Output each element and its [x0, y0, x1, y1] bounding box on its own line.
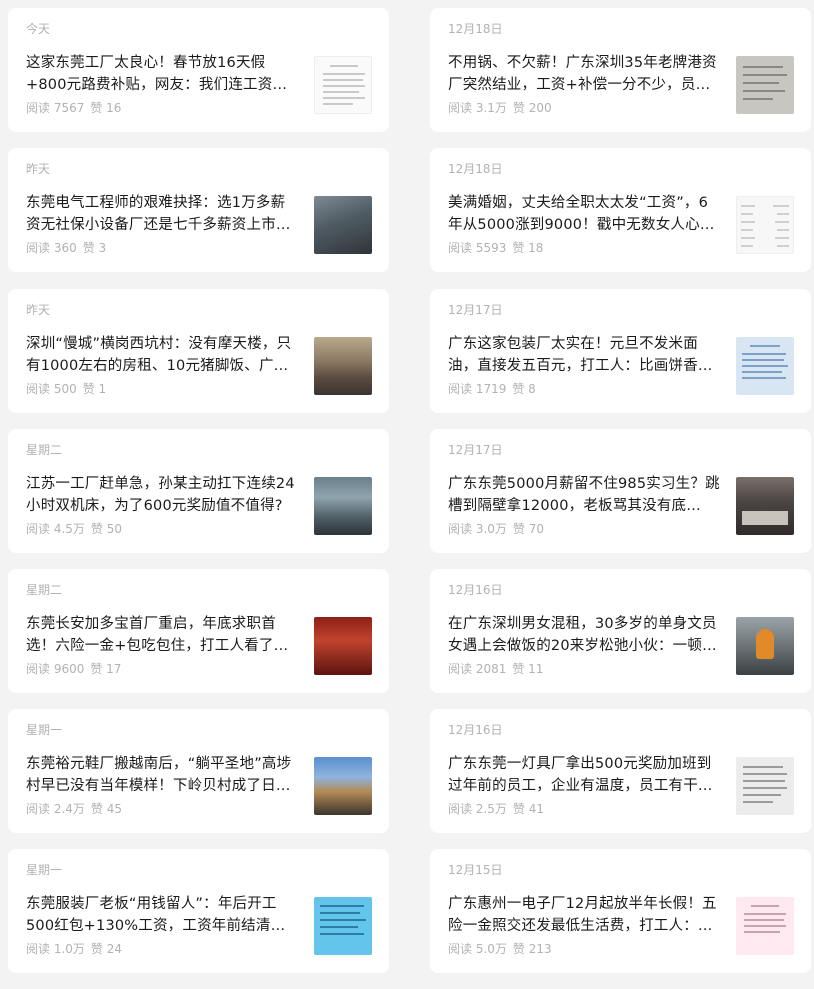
read-count: 阅读 5593	[448, 241, 507, 255]
article-date: 12月17日	[448, 443, 503, 457]
like-count: 赞 3	[82, 241, 107, 255]
article-title[interactable]: 东莞电气工程师的艰难抉择：选1万多薪资无社保小设备厂还是七千多薪资上市公司...	[26, 192, 298, 236]
article-title[interactable]: 广东这家包装厂太实在！元旦不发米面油，直接发五百元，打工人：比画饼香多了	[448, 333, 720, 377]
read-count: 阅读 1.0万	[26, 942, 85, 956]
like-count: 赞 16	[90, 101, 122, 115]
article-card[interactable]: 12月17日 广东这家包装厂太实在！元旦不发米面油，直接发五百元，打工人：比画饼…	[430, 289, 811, 413]
article-date: 12月15日	[448, 863, 503, 877]
article-title[interactable]: 东莞长安加多宝首厂重启，年底求职首选！六险一金+包吃包住，打工人看了都心动	[26, 613, 298, 657]
article-title[interactable]: 美满婚姻，丈夫给全职太太发“工资”，6年从5000涨到9000！戳中无数女人心：…	[448, 192, 720, 236]
article-card[interactable]: 今天 这家东莞工厂太良心！春节放16天假+800元路费补贴，网友：我们连工资都不…	[8, 8, 389, 132]
like-count: 赞 8	[512, 382, 536, 396]
article-thumbnail[interactable]	[314, 477, 372, 535]
article-title[interactable]: 在广东深圳男女混租，30多岁的单身文员女遇上会做饭的20来岁松弛小伙：一顿家..…	[448, 613, 720, 657]
article-stats: 阅读 1719 赞 8	[448, 381, 542, 397]
article-thumbnail[interactable]	[736, 897, 794, 955]
like-count: 赞 17	[90, 662, 122, 676]
article-stats: 阅读 2.5万赞 41	[448, 801, 550, 817]
read-count: 阅读 500	[26, 382, 77, 396]
article-date: 今天	[26, 22, 51, 36]
article-title[interactable]: 东莞裕元鞋厂搬越南后，“躺平圣地”高埗村早已没有当年模样！下岭贝村成了日结大..…	[26, 753, 298, 797]
article-date: 12月16日	[448, 723, 503, 737]
article-stats: 阅读 3.1万赞 200	[448, 100, 558, 116]
article-card[interactable]: 星期一 东莞服装厂老板“用钱留人”：年后开工500红包+130%工资，工资年前结…	[8, 849, 389, 973]
read-count: 阅读 360	[26, 241, 77, 255]
article-date: 星期一	[26, 723, 63, 737]
article-date: 昨天	[26, 303, 51, 317]
article-thumbnail[interactable]	[736, 757, 794, 815]
article-stats: 阅读 2081 赞 11	[448, 661, 549, 677]
read-count: 阅读 3.1万	[448, 101, 507, 115]
article-title[interactable]: 东莞服装厂老板“用钱留人”：年后开工500红包+130%工资，工资年前结清！订单…	[26, 893, 298, 937]
article-date: 12月18日	[448, 162, 503, 176]
article-card[interactable]: 12月17日 广东东莞5000月薪留不住985实习生？跳槽到隔壁拿12000，老…	[430, 429, 811, 553]
article-title[interactable]: 不用锅、不欠薪！广东深圳35年老牌港资厂突然结业，工资+补偿一分不少，员工...	[448, 52, 720, 96]
article-title[interactable]: 广东东莞5000月薪留不住985实习生？跳槽到隔壁拿12000，老板骂其没有底线…	[448, 473, 720, 517]
like-count: 赞 11	[512, 662, 544, 676]
like-count: 赞 41	[512, 802, 544, 816]
like-count: 赞 24	[90, 942, 122, 956]
article-thumbnail[interactable]	[736, 617, 794, 675]
article-stats: 阅读 5.0万赞 213	[448, 941, 558, 957]
read-count: 阅读 5.0万	[448, 942, 507, 956]
like-count: 赞 70	[512, 522, 544, 536]
article-stats: 阅读 5593 赞 18	[448, 240, 549, 256]
article-stats: 阅读 500 赞 1	[26, 381, 112, 397]
article-thumbnail[interactable]	[314, 757, 372, 815]
read-count: 阅读 2.5万	[448, 802, 507, 816]
article-thumbnail[interactable]	[736, 196, 794, 254]
article-thumbnail[interactable]	[314, 897, 372, 955]
article-thumbnail[interactable]	[736, 337, 794, 395]
article-card[interactable]: 12月18日 不用锅、不欠薪！广东深圳35年老牌港资厂突然结业，工资+补偿一分不…	[430, 8, 811, 132]
read-count: 阅读 2.4万	[26, 802, 85, 816]
article-title[interactable]: 深圳“慢城”横岗西坑村：没有摩天楼，只有1000左右的房租、10元猪脚饭、广场舞…	[26, 333, 298, 377]
read-count: 阅读 2081	[448, 662, 507, 676]
like-count: 赞 1	[82, 382, 107, 396]
read-count: 阅读 7567	[26, 101, 85, 115]
like-count: 赞 213	[512, 942, 552, 956]
article-thumbnail[interactable]	[314, 56, 372, 114]
article-thumbnail[interactable]	[736, 56, 794, 114]
article-card[interactable]: 12月18日 美满婚姻，丈夫给全职太太发“工资”，6年从5000涨到9000！戳…	[430, 148, 811, 272]
article-thumbnail[interactable]	[314, 617, 372, 675]
article-stats: 阅读 2.4万赞 45	[26, 801, 128, 817]
article-card[interactable]: 昨天 东莞电气工程师的艰难抉择：选1万多薪资无社保小设备厂还是七千多薪资上市公司…	[8, 148, 389, 272]
article-date: 12月16日	[448, 583, 503, 597]
read-count: 阅读 9600	[26, 662, 85, 676]
article-date: 12月18日	[448, 22, 503, 36]
article-date: 星期二	[26, 443, 63, 457]
article-thumbnail[interactable]	[314, 337, 372, 395]
article-thumbnail[interactable]	[736, 477, 794, 535]
read-count: 阅读 3.0万	[448, 522, 507, 536]
article-title[interactable]: 江苏一工厂赶单急，孙某主动扛下连续24小时双机床，为了600元奖励值不值得?	[26, 473, 298, 517]
article-card[interactable]: 星期一 东莞裕元鞋厂搬越南后，“躺平圣地”高埗村早已没有当年模样！下岭贝村成了日…	[8, 709, 389, 833]
article-card[interactable]: 星期二 江苏一工厂赶单急，孙某主动扛下连续24小时双机床，为了600元奖励值不值…	[8, 429, 389, 553]
article-stats: 阅读 7567 赞 16	[26, 100, 127, 116]
like-count: 赞 50	[90, 522, 122, 536]
article-stats: 阅读 3.0万赞 70	[448, 521, 550, 537]
article-stats: 阅读 360 赞 3	[26, 240, 112, 256]
article-card[interactable]: 12月15日 广东惠州一电子厂12月起放半年长假！五险一金照交还发最低生活费，打…	[430, 849, 811, 973]
article-card[interactable]: 星期二 东莞长安加多宝首厂重启，年底求职首选！六险一金+包吃包住，打工人看了都心…	[8, 569, 389, 693]
article-date: 星期一	[26, 863, 63, 877]
article-card[interactable]: 12月16日 广东东莞一灯具厂拿出500元奖励加班到过年前的员工，企业有温度，员…	[430, 709, 811, 833]
article-stats: 阅读 4.5万赞 50	[26, 521, 128, 537]
article-thumbnail[interactable]	[314, 196, 372, 254]
like-count: 赞 18	[512, 241, 544, 255]
article-stats: 阅读 1.0万赞 24	[26, 941, 128, 957]
article-stats: 阅读 9600 赞 17	[26, 661, 127, 677]
read-count: 阅读 1719	[448, 382, 507, 396]
article-card[interactable]: 昨天 深圳“慢城”横岗西坑村：没有摩天楼，只有1000左右的房租、10元猪脚饭、…	[8, 289, 389, 413]
article-date: 星期二	[26, 583, 63, 597]
like-count: 赞 45	[90, 802, 122, 816]
article-title[interactable]: 广东东莞一灯具厂拿出500元奖励加班到过年前的员工，企业有温度，员工有干劲，..…	[448, 753, 720, 797]
article-date: 12月17日	[448, 303, 503, 317]
read-count: 阅读 4.5万	[26, 522, 85, 536]
article-card[interactable]: 12月16日 在广东深圳男女混租，30多岁的单身文员女遇上会做饭的20来岁松弛小…	[430, 569, 811, 693]
article-title[interactable]: 这家东莞工厂太良心！春节放16天假+800元路费补贴，网友：我们连工资都不能发齐	[26, 52, 298, 96]
like-count: 赞 200	[512, 101, 552, 115]
article-date: 昨天	[26, 162, 51, 176]
article-title[interactable]: 广东惠州一电子厂12月起放半年长假！五险一金照交还发最低生活费，打工人：这...	[448, 893, 720, 937]
